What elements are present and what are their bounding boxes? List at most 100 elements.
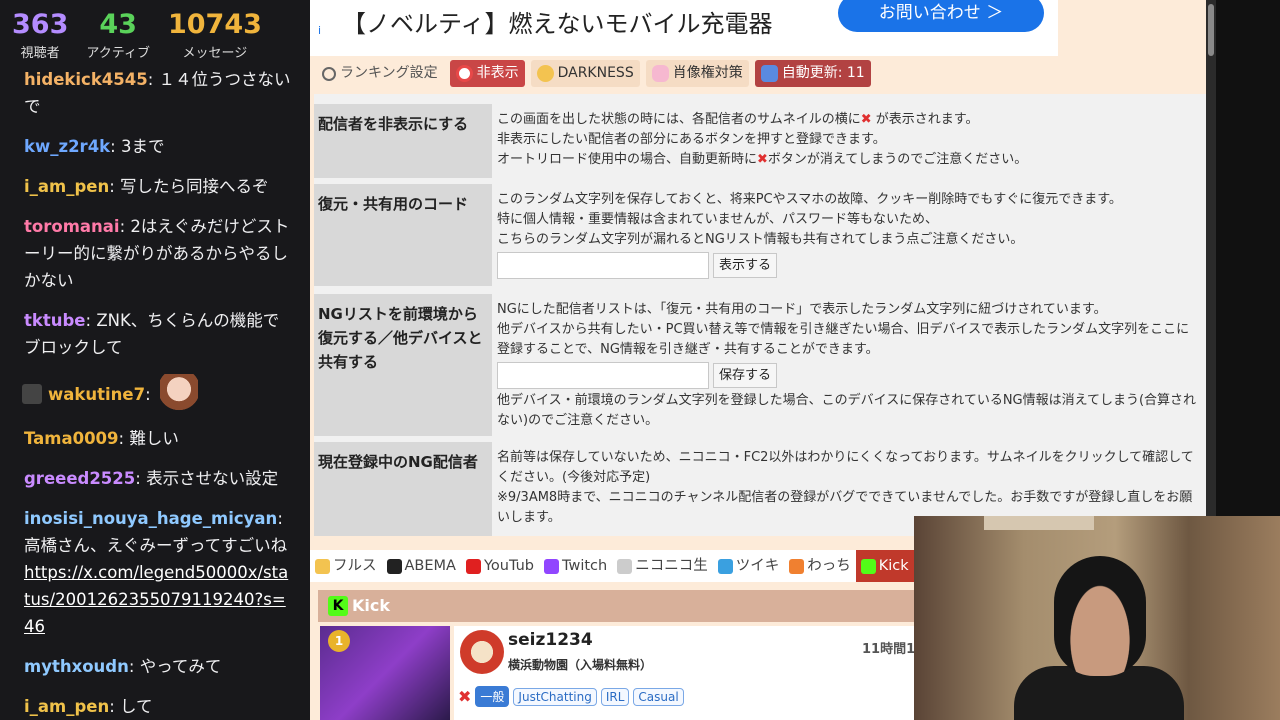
chat-text: やってみて	[139, 657, 222, 676]
avatar[interactable]	[460, 630, 504, 674]
ad-text[interactable]: 【ノベルティ】燃えないモバイル充電器	[342, 4, 773, 39]
chat-text: 3まで	[120, 137, 165, 156]
active-count: 43 アクティブ	[86, 9, 150, 62]
ranking-settings-button[interactable]: ランキング設定	[316, 60, 444, 87]
user-badge-icon	[22, 384, 42, 404]
restore-code-input[interactable]	[497, 252, 709, 279]
chat-message: i_am_pen: 写したら同接へるぞ	[24, 177, 269, 196]
chat-text: して	[120, 697, 153, 716]
chat-message: i_am_pen: して	[24, 697, 153, 716]
tab-ツイキ[interactable]: ツイキ	[713, 550, 785, 582]
rank-badge: 1	[328, 630, 350, 652]
platform-icon	[789, 558, 805, 574]
row-restore-code: 復元・共有用のコード このランダム文字列を保存しておくと、将来PCやスマホの故障…	[314, 184, 1206, 288]
row-body: このランダム文字列を保存しておくと、将来PCやスマホの故障、クッキー削除時でもす…	[497, 184, 1197, 279]
row-head: NGリストを前環境から復元する／他デバイスと共有する	[314, 294, 492, 436]
tab-わっち[interactable]: わっち	[784, 550, 856, 582]
webcam-shelf	[984, 516, 1094, 530]
chat-text: 難しい	[129, 429, 179, 448]
ng-code-input[interactable]	[497, 362, 709, 389]
chat-message-list: hidekick4545: １４位うつさないで kw_z2r4k: 3まで i_am…	[0, 66, 310, 720]
ad-info-icon[interactable]: i	[318, 24, 321, 37]
tag[interactable]: JustChatting	[513, 687, 597, 706]
chat-username[interactable]: i_am_pen	[24, 697, 109, 716]
emote-icon	[159, 374, 198, 412]
chat-stats: 363 視聴者 43 アクティブ 10743 メッセージ	[0, 0, 310, 66]
platform-icon	[544, 558, 560, 574]
ng-settings-panel: 配信者を非表示にする この画面を出した状態の時には、各配信者のサムネイルの横に✖…	[314, 94, 1206, 536]
x-mark-icon: ✖	[860, 112, 872, 127]
chat-username[interactable]: Tama0009	[24, 429, 119, 448]
row-ng-restore: NGリストを前環境から復元する／他デバイスと共有する NGにした配信者リストは、…	[314, 294, 1206, 438]
row-head: 現在登録中のNG配信者	[314, 442, 492, 536]
ban-icon	[455, 65, 473, 82]
chat-text: 写したら同接へるぞ	[120, 177, 269, 196]
webcam-feed	[914, 516, 1280, 720]
save-code-button[interactable]: 保存する	[713, 363, 778, 388]
ghost-icon	[651, 65, 669, 82]
darkness-button[interactable]: DARKNESS	[530, 60, 640, 87]
stream-title: 横浜動物園（入場料無料）	[508, 658, 653, 672]
chat-username[interactable]: inosisi_nouya_hage_micyan	[24, 509, 277, 528]
tag[interactable]: 一般	[475, 686, 510, 707]
chat-username[interactable]: kw_z2r4k	[24, 137, 110, 156]
tab-kick[interactable]: Kick	[855, 550, 914, 582]
tab-twitch[interactable]: Twitch	[539, 550, 612, 582]
toolbar: ランキング設定 非表示 DARKNESS 肖像権対策 自動更新: 11	[316, 60, 871, 87]
show-code-button[interactable]: 表示する	[713, 253, 778, 278]
chat-message: Tama0009: 難しい	[24, 429, 179, 448]
chat-text: 高橋さん、えぐみーずってすごいね	[24, 536, 288, 555]
chat-username[interactable]: toromanai	[24, 217, 120, 236]
chat-panel: 363 視聴者 43 アクティブ 10743 メッセージ hidekick454…	[0, 0, 310, 720]
chat-link[interactable]: https://x.com/legend50000x/status/200126…	[24, 563, 288, 636]
tag[interactable]: Casual	[633, 687, 684, 706]
auto-refresh-button[interactable]: 自動更新: 11	[754, 60, 871, 87]
platform-icon	[860, 558, 876, 574]
chat-message: greeed2525: 表示させない設定	[24, 469, 279, 488]
message-count: 10743 メッセージ	[167, 9, 262, 62]
robot-icon	[760, 65, 778, 82]
tab-フルス[interactable]: フルス	[310, 550, 382, 582]
scrollbar-thumb[interactable]	[1208, 4, 1214, 56]
row-body: この画面を出した状態の時には、各配信者のサムネイルの横に✖ が表示されます。 非…	[497, 112, 1028, 167]
webcam-person-head	[1054, 556, 1146, 676]
kick-logo-icon: K	[328, 596, 348, 616]
moon-icon	[536, 65, 554, 82]
chat-username[interactable]: i_am_pen	[24, 177, 109, 196]
ad-banner[interactable]: i 【ノベルティ】燃えないモバイル充電器 お問い合わせ ＞	[310, 0, 1058, 56]
platform-icon	[717, 558, 733, 574]
gear-icon	[322, 66, 336, 81]
tab-abema[interactable]: ABEMA	[382, 550, 461, 582]
viewer-count: 363 視聴者	[12, 9, 69, 62]
platform-icon	[617, 558, 633, 574]
chat-message: inosisi_nouya_hage_micyan: 高橋さん、えぐみーずってす…	[24, 509, 289, 636]
chat-message: kw_z2r4k: 3まで	[24, 137, 165, 156]
chat-message: toromanai: 2はえぐみだけどストーリー的に繋がりがあるからやるしかない	[24, 217, 290, 290]
chat-message: mythxoudn: やってみて	[24, 657, 222, 676]
row-body: NGにした配信者リストは、「復元・共有用のコード」で表示したランダム文字列に紐づ…	[497, 302, 1197, 428]
chat-message: tktube: ZNK、ちくらんの機能でブロックして	[24, 311, 280, 357]
chat-username[interactable]: greeed2525	[24, 469, 135, 488]
stream-tags: ✖ 一般 JustChatting IRL Casual	[458, 686, 684, 707]
hide-button[interactable]: 非表示	[449, 60, 525, 87]
tab-youtub[interactable]: YouTub	[461, 550, 539, 582]
ad-contact-button[interactable]: お問い合わせ ＞	[838, 0, 1044, 32]
dark-margin	[1216, 0, 1280, 516]
row-hide-streamer: 配信者を非表示にする この画面を出した状態の時には、各配信者のサムネイルの横に✖…	[314, 104, 1206, 184]
chat-username[interactable]: hidekick4545	[24, 70, 148, 89]
portrait-rights-button[interactable]: 肖像権対策	[645, 60, 749, 87]
hide-streamer-icon[interactable]: ✖	[458, 687, 471, 706]
row-head: 復元・共有用のコード	[314, 184, 492, 286]
x-mark-icon: ✖	[757, 152, 768, 167]
chat-text: 表示させない設定	[146, 469, 279, 488]
tag[interactable]: IRL	[600, 687, 630, 706]
chat-username[interactable]: mythxoudn	[24, 657, 129, 676]
chat-username[interactable]: wakutine7	[48, 385, 145, 404]
row-head: 配信者を非表示にする	[314, 104, 492, 178]
platform-icon	[386, 558, 402, 574]
chat-message: wakutine7:	[22, 374, 292, 412]
streamer-name[interactable]: seiz1234	[508, 630, 593, 650]
chat-message: hidekick4545: １４位うつさないで	[24, 70, 291, 116]
chat-username[interactable]: tktube	[24, 311, 86, 330]
tab-ニコニコ生[interactable]: ニコニコ生	[612, 550, 713, 582]
